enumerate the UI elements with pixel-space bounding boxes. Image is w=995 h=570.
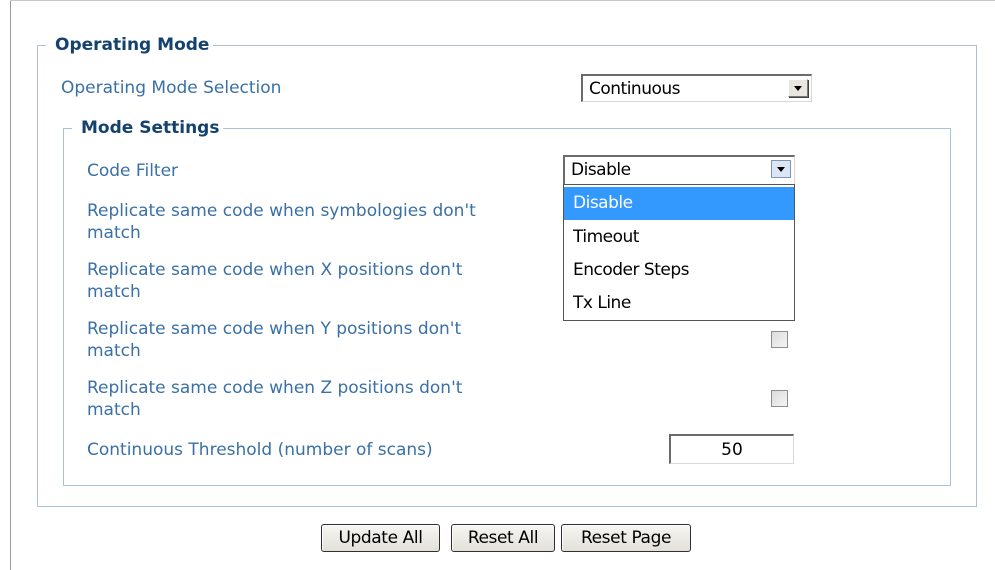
replicate-x-label-line1: Replicate same code when X positions don… <box>87 260 463 280</box>
replicate-x-label-line2: match <box>87 282 141 302</box>
code-filter-label: Code Filter <box>87 161 179 181</box>
continuous-threshold-input[interactable]: 50 <box>669 434 794 464</box>
continuous-threshold-label: Continuous Threshold (number of scans) <box>87 440 433 460</box>
code-filter-option-disable[interactable]: Disable <box>564 187 794 220</box>
replicate-y-label-line2: match <box>87 341 141 361</box>
replicate-symbologies-label-line2: match <box>87 223 141 243</box>
code-filter-select-value: Disable <box>571 160 631 180</box>
code-filter-dropdown-list: Disable Timeout Encoder Steps Tx Line <box>563 184 795 321</box>
page-top-border <box>10 0 995 1</box>
replicate-y-checkbox[interactable] <box>771 331 788 348</box>
code-filter-option-encoder-steps[interactable]: Encoder Steps <box>564 254 794 287</box>
operating-mode-legend: Operating Mode <box>46 35 214 55</box>
mode-settings-group: Mode Settings <box>63 118 951 486</box>
replicate-y-label-line1: Replicate same code when Y positions don… <box>87 319 462 339</box>
code-filter-option-tx-line[interactable]: Tx Line <box>564 287 794 320</box>
operating-mode-select[interactable]: Continuous <box>581 74 812 102</box>
update-all-button[interactable]: Update All <box>321 524 440 552</box>
code-filter-select[interactable]: Disable <box>563 155 795 185</box>
replicate-z-label-line1: Replicate same code when Z positions don… <box>87 378 463 398</box>
chevron-down-icon <box>794 86 802 91</box>
operating-mode-dropdown-button[interactable] <box>788 79 808 97</box>
reset-page-button[interactable]: Reset Page <box>561 524 691 552</box>
chevron-down-icon <box>777 167 785 172</box>
page-left-border <box>10 0 11 570</box>
reset-all-button[interactable]: Reset All <box>451 524 555 552</box>
continuous-threshold-value: 50 <box>721 440 743 460</box>
mode-settings-legend: Mode Settings <box>72 118 224 138</box>
code-filter-option-timeout[interactable]: Timeout <box>564 221 794 254</box>
operating-mode-selection-label: Operating Mode Selection <box>61 78 282 98</box>
code-filter-dropdown-button[interactable] <box>771 160 791 178</box>
operating-mode-select-value: Continuous <box>589 79 681 99</box>
replicate-symbologies-label-line1: Replicate same code when symbologies don… <box>87 201 476 221</box>
replicate-z-checkbox[interactable] <box>771 390 788 407</box>
replicate-z-label-line2: match <box>87 400 141 420</box>
